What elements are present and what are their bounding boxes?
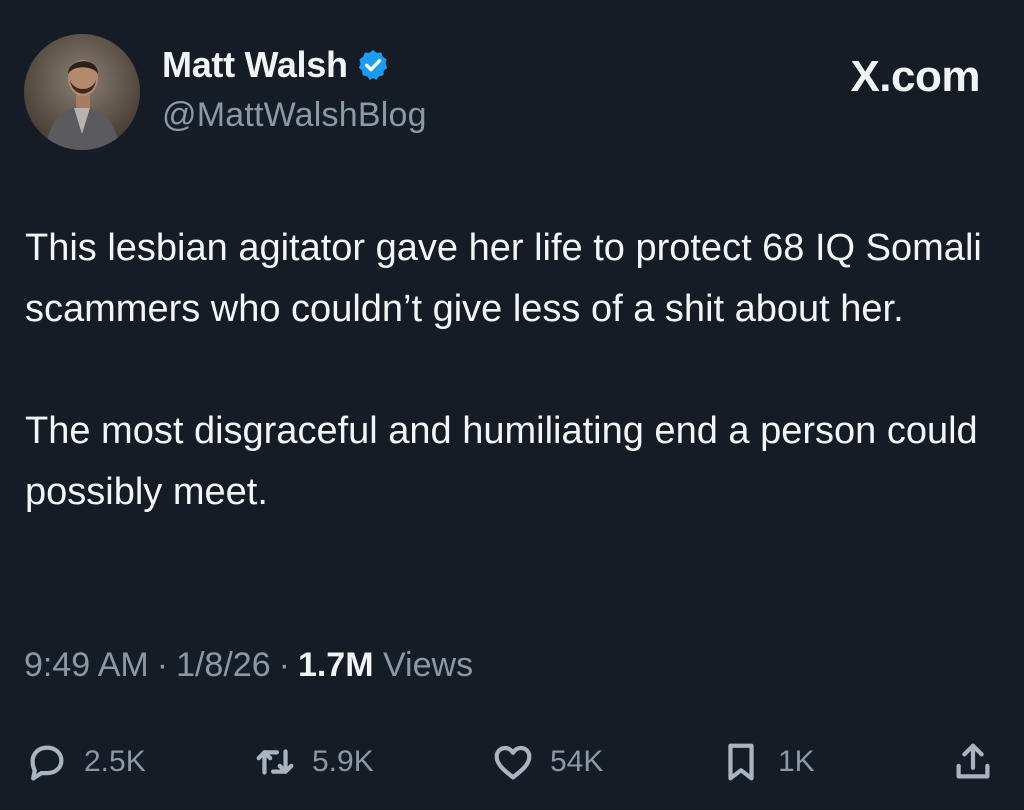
repost-count: 5.9K [312,745,374,778]
meta-separator: · [156,646,169,684]
reply-count: 2.5K [84,745,146,778]
tweet-paragraph: This lesbian agitator gave her life to p… [25,227,982,330]
author-handle[interactable]: @MattWalshBlog [162,96,427,135]
avatar-image [24,34,140,150]
views-label: Views [382,646,474,684]
share-icon [956,743,990,779]
like-button[interactable]: 54K [490,734,603,790]
author-name-row: Matt Walsh [162,44,390,86]
repost-button[interactable]: 5.9K [252,734,374,790]
author-display-name[interactable]: Matt Walsh [162,44,348,86]
avatar[interactable] [24,34,140,150]
brand-watermark: X.com [850,52,980,101]
reply-button[interactable]: 2.5K [24,734,146,790]
tweet-time[interactable]: 9:49 AM [24,646,149,684]
bookmark-button[interactable]: 1K [718,734,815,790]
share-button[interactable] [950,734,996,790]
bookmark-count: 1K [778,745,815,778]
bookmark-icon [728,743,754,781]
repost-icon [256,749,294,775]
reply-icon [30,745,64,781]
heart-icon [494,745,532,780]
tweet-date[interactable]: 1/8/26 [176,646,271,684]
tweet-text: This lesbian agitator gave her life to p… [25,218,985,523]
meta-separator: · [278,646,290,684]
like-count: 54K [550,745,604,778]
tweet-meta: 9:49 AM · 1/8/26 · 1.7M Views [24,646,473,685]
tweet-paragraph: The most disgraceful and humiliating end… [25,410,978,513]
action-bar: 2.5K 5.9K 54K 1K [0,734,1024,790]
tweet-card: Matt Walsh @MattWalshBlog X.com This les… [0,0,1024,810]
views-count: 1.7M [297,646,374,684]
verified-badge-icon [356,48,390,82]
